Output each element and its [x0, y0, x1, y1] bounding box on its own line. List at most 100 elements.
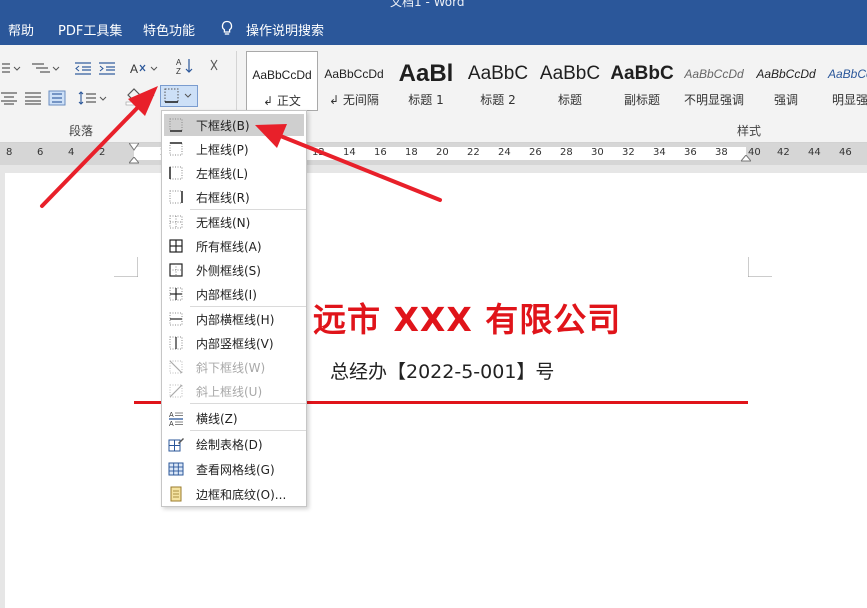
- menu-item-label: 内部竖框线(V): [196, 336, 274, 351]
- ruler-tick: 4: [68, 147, 75, 158]
- increase-indent-icon: [99, 62, 115, 75]
- justify-button[interactable]: [48, 89, 66, 107]
- style-no-spacing[interactable]: AaBbCcDd ↲ 无间隔: [318, 51, 390, 111]
- style-subtitle[interactable]: AaBbC 副标题: [606, 51, 678, 111]
- ruler-tick: 8: [6, 147, 13, 158]
- menu-item-inside-borders[interactable]: 内部框线(I): [164, 283, 304, 305]
- diagonal-down-border-icon: [169, 360, 183, 374]
- menu-special-features[interactable]: 特色功能: [143, 20, 195, 39]
- menu-item-horizontal-line[interactable]: AA 横线(Z): [164, 407, 304, 429]
- menu-item-no-border[interactable]: 无框线(N): [164, 211, 304, 233]
- tell-me-search[interactable]: 操作说明搜索: [246, 20, 324, 39]
- style-subtle-emphasis[interactable]: AaBbCcDd 不明显强调: [678, 51, 750, 111]
- decrease-indent-button[interactable]: [74, 59, 92, 77]
- line-spacing-button[interactable]: [78, 89, 108, 107]
- menu-item-diagonal-up-border[interactable]: 斜上框线(U): [164, 380, 304, 402]
- menu-item-label: 查看网格线(G): [196, 462, 275, 477]
- right-indent-marker[interactable]: [741, 155, 751, 163]
- crop-mark-top-left: [114, 257, 138, 277]
- style-preview: AaBl: [398, 61, 454, 87]
- align-right-button[interactable]: [24, 89, 42, 107]
- sort-button[interactable]: AZ: [176, 57, 194, 75]
- style-normal[interactable]: AaBbCcDd ↲ 正文: [246, 51, 318, 111]
- menu-item-draw-table[interactable]: 绘制表格(D): [164, 433, 304, 455]
- menu-help[interactable]: 帮助: [8, 20, 34, 39]
- svg-text:A: A: [176, 58, 182, 67]
- ruler-tick: 12: [312, 147, 325, 158]
- menu-item-bottom-border[interactable]: 下框线(B): [164, 114, 304, 136]
- menu-item-top-border[interactable]: 上框线(P): [164, 138, 304, 160]
- first-line-indent-marker[interactable]: [129, 143, 139, 151]
- line-spacing-icon: [78, 91, 107, 105]
- lightbulb-icon: [221, 20, 233, 35]
- top-border-icon: [169, 142, 183, 156]
- horizontal-line-icon: AA: [169, 412, 183, 426]
- menu-pdf-tools[interactable]: PDF工具集: [58, 20, 122, 39]
- menu-item-inside-horizontal-border[interactable]: 内部横框线(H): [164, 308, 304, 330]
- menu-item-label: 内部框线(I): [196, 287, 257, 302]
- chinese-layout-button[interactable]: A: [130, 59, 160, 77]
- document-doc-number[interactable]: 总经办【2022-5-001】号: [330, 357, 554, 384]
- menu-item-outside-borders[interactable]: 外侧框线(S): [164, 259, 304, 281]
- paint-bucket-icon: [125, 88, 155, 106]
- menu-item-label: 边框和底纹(O)...: [196, 487, 287, 502]
- group-label-styles: 样式: [737, 124, 762, 138]
- document-heading[interactable]: 远市 XXX 有限公司: [313, 293, 621, 341]
- align-center-button[interactable]: [0, 89, 18, 107]
- menu-item-inside-vertical-border[interactable]: 内部竖框线(V): [164, 332, 304, 354]
- svg-text:A: A: [169, 421, 174, 426]
- menu-item-label: 横线(Z): [196, 411, 238, 426]
- show-formatting-button[interactable]: [206, 57, 222, 75]
- style-name: ↲ 无间隔: [329, 93, 379, 107]
- menu-separator: [190, 430, 306, 431]
- menu-item-right-border[interactable]: 右框线(R): [164, 186, 304, 208]
- ruler-tick: 24: [498, 147, 511, 158]
- styles-gallery: AaBbCcDd ↲ 正文 AaBbCcDd ↲ 无间隔 AaBl 标题 1 A…: [244, 51, 867, 111]
- style-preview: AaBbC: [539, 63, 601, 84]
- menu-item-label: 上框线(P): [196, 142, 249, 157]
- style-emphasis[interactable]: AaBbCcDd 强调: [750, 51, 822, 111]
- multilevel-list-icon: [32, 63, 60, 73]
- view-gridlines-icon: [168, 462, 184, 476]
- ruler-tick: 22: [467, 147, 480, 158]
- menu-item-view-gridlines[interactable]: 查看网格线(G): [164, 458, 304, 480]
- horizontal-ruler[interactable]: 8 6 4 2 2 4 6 8 10 12 14 16 18 20 22 24 …: [0, 143, 867, 165]
- no-border-icon: [169, 215, 183, 229]
- menu-item-label: 绘制表格(D): [196, 437, 263, 452]
- inside-borders-icon: [169, 287, 183, 301]
- ruler-tick: 46: [839, 147, 852, 158]
- menu-item-label: 无框线(N): [196, 215, 251, 230]
- style-title[interactable]: AaBbC 标题: [534, 51, 606, 111]
- menu-item-label: 右框线(R): [196, 190, 250, 205]
- borders-button[interactable]: [160, 85, 198, 107]
- style-intense-emphasis[interactable]: AaBbCcD 明显强: [822, 51, 867, 111]
- align-center-icon: [1, 92, 17, 105]
- style-name-text: 正文: [276, 94, 301, 108]
- menu-item-label: 内部横框线(H): [196, 312, 275, 327]
- ruler-tick: 26: [529, 147, 542, 158]
- menu-item-diagonal-down-border[interactable]: 斜下框线(W): [164, 356, 304, 378]
- style-heading-1[interactable]: AaBl 标题 1: [390, 51, 462, 111]
- menu-item-left-border[interactable]: 左框线(L): [164, 162, 304, 184]
- window-title: 文档1 - Word: [390, 0, 465, 9]
- style-heading-2[interactable]: AaBbC 标题 2: [462, 51, 534, 111]
- outside-borders-icon: [169, 263, 183, 277]
- menu-item-borders-and-shading[interactable]: 边框和底纹(O)...: [164, 483, 304, 505]
- ruler-tick: 28: [560, 147, 573, 158]
- increase-indent-button[interactable]: [98, 59, 116, 77]
- shading-button[interactable]: [124, 87, 158, 106]
- ruler-tick: 18: [405, 147, 418, 158]
- ruler-tick: 38: [715, 147, 728, 158]
- menu-item-all-borders[interactable]: 所有框线(A): [164, 235, 304, 257]
- sort-icon: AZ: [176, 58, 193, 75]
- bullets-button[interactable]: [0, 59, 26, 77]
- ruler-tick: 30: [591, 147, 604, 158]
- hanging-indent-marker[interactable]: [129, 157, 139, 165]
- ruler-tick: 2: [99, 147, 106, 158]
- multilevel-list-button[interactable]: [30, 59, 60, 77]
- menu-bar: 文档1 - Word 帮助 PDF工具集 特色功能 操作说明搜索: [0, 0, 867, 45]
- ruler-tick: 20: [436, 147, 449, 158]
- inside-horizontal-border-icon: [169, 312, 183, 326]
- all-borders-icon: [169, 239, 183, 253]
- document-page[interactable]: 远市 XXX 有限公司 总经办【2022-5-001】号: [5, 173, 867, 608]
